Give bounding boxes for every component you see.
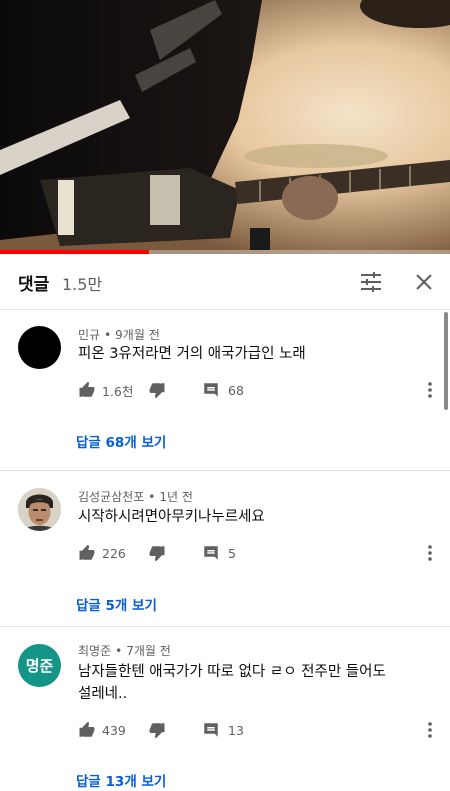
comment-meta: 김성균삼천포 • 1년 전 [78, 488, 193, 505]
comment-time[interactable]: 7개월 전 [126, 644, 171, 658]
like-button[interactable]: 439 [78, 719, 126, 741]
comment-actions: 1.6천 68 [78, 379, 428, 401]
more-options-button[interactable] [424, 542, 436, 564]
like-count: 439 [102, 722, 126, 738]
view-replies-link[interactable]: 답글 13개 보기 [76, 770, 166, 790]
thumbs-down-icon [149, 723, 165, 739]
reply-count: 68 [228, 382, 244, 398]
comment-text-line: 남자들한텐 애국가가 따로 없다 ㄹㅇ 전주만 들어도 [78, 664, 386, 680]
comment-time[interactable]: 1년 전 [159, 490, 193, 504]
thumbs-up-icon [79, 381, 95, 397]
dislike-button[interactable] [148, 542, 166, 564]
comment-text: 남자들한텐 애국가가 따로 없다 ㄹㅇ 전주만 들어도 설레네.. [78, 661, 423, 705]
thumbs-up-icon [79, 721, 95, 737]
reply-count: 5 [228, 545, 236, 561]
scrollbar[interactable] [444, 312, 448, 410]
comment-icon [204, 546, 218, 560]
more-vert-icon [428, 382, 432, 398]
divider [0, 470, 450, 471]
thumbs-down-icon [149, 383, 165, 399]
dislike-button[interactable] [148, 379, 166, 401]
avatar[interactable]: 명준 [18, 644, 61, 687]
comment-text-line: 피온 3유저라면 거의 애국가급인 노래 [78, 346, 306, 362]
close-icon [416, 274, 432, 290]
close-button[interactable] [408, 266, 440, 298]
avatar-photo [18, 488, 61, 531]
dislike-button[interactable] [148, 719, 166, 741]
comment-author[interactable]: 최명준 [78, 644, 111, 658]
avatar[interactable] [18, 326, 61, 369]
comment-text-line: 설레네.. [78, 686, 128, 702]
comment-author[interactable]: 김성균삼천포 [78, 490, 144, 504]
reply-count: 13 [228, 722, 244, 738]
comment-text: 시작하시려면아무키나누르세요 [78, 506, 423, 528]
like-count: 1.6천 [102, 383, 134, 399]
comment-meta: 최명준 • 7개월 전 [78, 642, 171, 659]
comment-actions: 439 13 [78, 719, 428, 741]
reply-button[interactable]: 5 [202, 542, 236, 564]
more-options-button[interactable] [424, 719, 436, 741]
more-vert-icon [428, 545, 432, 561]
more-vert-icon [428, 722, 432, 738]
comments-title: 댓글 [18, 275, 50, 295]
comment-text-line: 시작하시려면아무키나누르세요 [78, 509, 265, 525]
like-button[interactable]: 226 [78, 542, 126, 564]
divider [0, 626, 450, 627]
video-frame [0, 0, 450, 254]
sort-filter-button[interactable] [355, 266, 387, 298]
comment-text: 피온 3유저라면 거의 애국가급인 노래 [78, 343, 423, 365]
avatar-initials: 명준 [18, 644, 61, 687]
reply-button[interactable]: 68 [202, 379, 244, 401]
more-options-button[interactable] [424, 379, 436, 401]
view-replies-link[interactable]: 답글 5개 보기 [76, 594, 157, 614]
comment-icon [204, 383, 218, 397]
comment-time[interactable]: 9개월 전 [115, 328, 160, 342]
comment-author[interactable]: 민규 [78, 328, 100, 342]
meta-separator: • [115, 644, 123, 658]
view-replies-link[interactable]: 답글 68개 보기 [76, 431, 166, 451]
thumbs-up-icon [79, 544, 95, 560]
video-player[interactable] [0, 0, 450, 254]
thumbs-down-icon [149, 546, 165, 562]
avatar[interactable] [18, 488, 61, 531]
like-button[interactable]: 1.6천 [78, 379, 133, 401]
like-count: 226 [102, 545, 126, 561]
reply-button[interactable]: 13 [202, 719, 244, 741]
meta-separator: • [148, 490, 156, 504]
comment-actions: 226 5 [78, 542, 428, 564]
comment-icon [204, 723, 218, 737]
comments-count: 1.5만 [62, 275, 103, 294]
meta-separator: • [104, 328, 112, 342]
sliders-icon [361, 272, 381, 292]
comment-meta: 민규 • 9개월 전 [78, 326, 160, 343]
